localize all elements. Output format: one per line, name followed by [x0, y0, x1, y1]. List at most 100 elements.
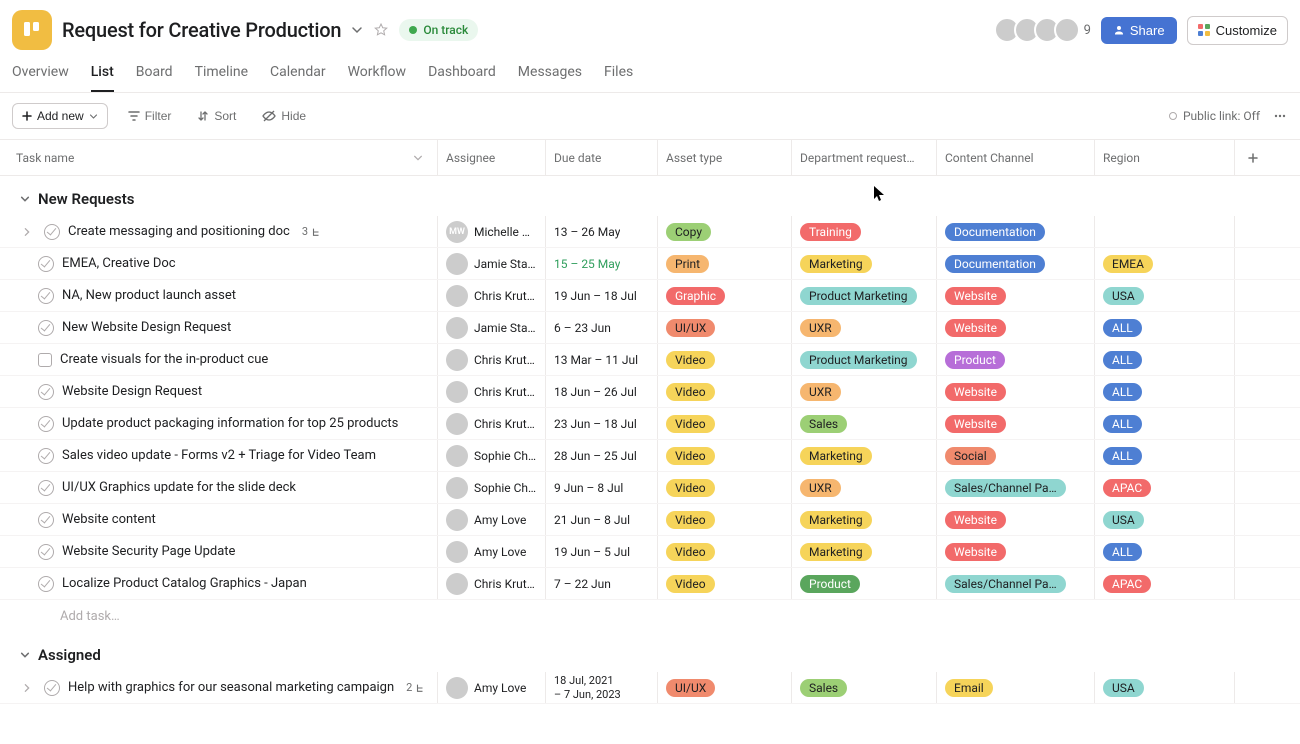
due-date: 18 Jul, 2021– 7 Jun, 2023	[554, 674, 621, 700]
task-row[interactable]: NA, New product launch assetChris Krutz……	[0, 280, 1300, 312]
dept-tag: Training	[800, 223, 861, 241]
task-row[interactable]: Sales video update - Forms v2 + Triage f…	[0, 440, 1300, 472]
add-task-row[interactable]: Add task…	[0, 600, 1300, 632]
task-row[interactable]: Localize Product Catalog Graphics - Japa…	[0, 568, 1300, 600]
region-tag: EMEA	[1103, 255, 1153, 273]
assignee-avatar	[446, 477, 468, 499]
tab-messages[interactable]: Messages	[518, 60, 582, 92]
complete-checkbox[interactable]	[38, 384, 54, 400]
customize-button[interactable]: Customize	[1187, 16, 1288, 45]
task-row[interactable]: Create visuals for the in-product cueChr…	[0, 344, 1300, 376]
complete-checkbox[interactable]	[38, 416, 54, 432]
dots-icon	[1273, 109, 1287, 123]
complete-checkbox[interactable]	[38, 320, 54, 336]
expand-caret[interactable]	[22, 683, 36, 693]
assignee-name: Chris Krutz…	[474, 353, 537, 367]
dept-tag: UXR	[800, 383, 841, 401]
expand-caret[interactable]	[22, 227, 36, 237]
assignee-avatar	[446, 349, 468, 371]
region-tag: ALL	[1103, 447, 1142, 465]
tab-timeline[interactable]: Timeline	[195, 60, 248, 92]
task-row[interactable]: Update product packaging information for…	[0, 408, 1300, 440]
column-header-dept[interactable]: Department request…	[792, 140, 937, 175]
add-column-button[interactable]	[1235, 152, 1271, 164]
share-button[interactable]: Share	[1101, 17, 1177, 44]
due-date: 23 Jun – 18 Jul	[554, 417, 637, 431]
dept-tag: Product	[800, 575, 860, 593]
project-title[interactable]: Request for Creative Production	[62, 18, 341, 42]
region-tag: APAC	[1103, 575, 1151, 593]
hide-button[interactable]: Hide	[256, 105, 312, 127]
tab-list[interactable]: List	[91, 60, 114, 92]
chan-tag: Product	[945, 351, 1005, 369]
chan-tag: Website	[945, 383, 1006, 401]
complete-checkbox[interactable]	[38, 288, 54, 304]
asset-tag: Video	[666, 383, 715, 401]
column-header-task[interactable]: Task name	[0, 140, 438, 175]
add-new-button[interactable]: Add new	[12, 103, 108, 129]
column-header-channel[interactable]: Content Channel	[937, 140, 1095, 175]
public-link-toggle[interactable]: Public link: Off	[1169, 109, 1260, 123]
filter-button[interactable]: Filter	[122, 105, 178, 127]
sort-button[interactable]: Sort	[191, 105, 242, 127]
chan-tag: Email	[945, 679, 993, 697]
complete-checkbox[interactable]	[38, 448, 54, 464]
task-row[interactable]: Website contentAmy Love21 Jun – 8 JulVid…	[0, 504, 1300, 536]
project-icon[interactable]	[12, 10, 52, 50]
task-row[interactable]: New Website Design RequestJamie Staples6…	[0, 312, 1300, 344]
chan-tag: Website	[945, 415, 1006, 433]
task-name: UI/UX Graphics update for the slide deck	[62, 480, 296, 495]
complete-checkbox[interactable]	[38, 480, 54, 496]
task-row[interactable]: Website Security Page UpdateAmy Love19 J…	[0, 536, 1300, 568]
tab-board[interactable]: Board	[136, 60, 173, 92]
due-date: 18 Jun – 26 Jul	[554, 385, 637, 399]
filter-icon	[128, 110, 140, 122]
hide-label: Hide	[281, 109, 306, 123]
task-row[interactable]: UI/UX Graphics update for the slide deck…	[0, 472, 1300, 504]
asset-tag: UI/UX	[666, 679, 715, 697]
column-header-assignee[interactable]: Assignee	[438, 140, 546, 175]
asset-tag: Copy	[666, 223, 711, 241]
status-pill[interactable]: On track	[399, 19, 478, 41]
assignee-avatar	[446, 445, 468, 467]
tab-calendar[interactable]: Calendar	[270, 60, 326, 92]
more-actions-button[interactable]	[1272, 108, 1288, 124]
star-button[interactable]	[373, 22, 389, 38]
task-list-scroll[interactable]: New RequestsCreate messaging and positio…	[0, 176, 1300, 744]
assignee-avatar	[446, 253, 468, 275]
member-avatar-stack[interactable]: 9	[1000, 17, 1091, 43]
asset-tag: Video	[666, 543, 715, 561]
section-header[interactable]: Assigned	[0, 632, 1300, 672]
tab-workflow[interactable]: Workflow	[348, 60, 407, 92]
complete-checkbox[interactable]	[44, 224, 60, 240]
complete-checkbox[interactable]	[44, 680, 60, 696]
task-row[interactable]: Create messaging and positioning doc3 MW…	[0, 216, 1300, 248]
column-header-due[interactable]: Due date	[546, 140, 658, 175]
task-name: Website Design Request	[62, 384, 202, 399]
chevron-down-icon	[351, 24, 363, 36]
task-row[interactable]: EMEA, Creative DocJamie Staples15 – 25 M…	[0, 248, 1300, 280]
task-row[interactable]: Help with graphics for our seasonal mark…	[0, 672, 1300, 704]
project-menu-caret[interactable]	[351, 24, 363, 36]
column-header-region[interactable]: Region	[1095, 140, 1235, 175]
board-icon	[22, 20, 42, 40]
complete-checkbox[interactable]	[38, 256, 54, 272]
column-header-asset[interactable]: Asset type	[658, 140, 792, 175]
tab-overview[interactable]: Overview	[12, 60, 69, 92]
chan-tag: Documentation	[945, 223, 1045, 241]
task-row[interactable]: Website Design RequestChris Krutz…18 Jun…	[0, 376, 1300, 408]
complete-checkbox[interactable]	[38, 576, 54, 592]
asset-tag: Video	[666, 479, 715, 497]
section-header[interactable]: New Requests	[0, 176, 1300, 216]
project-tabs: Overview List Board Timeline Calendar Workflo…	[0, 50, 1300, 92]
complete-checkbox[interactable]	[38, 512, 54, 528]
tab-files[interactable]: Files	[604, 60, 633, 92]
due-date: 9 Jun – 8 Jul	[554, 481, 623, 495]
task-name: Update product packaging information for…	[62, 416, 398, 431]
status-label: On track	[423, 23, 468, 37]
complete-checkbox[interactable]	[38, 544, 54, 560]
tab-dashboard[interactable]: Dashboard	[428, 60, 496, 92]
chan-tag: Website	[945, 319, 1006, 337]
chan-tag: Documentation	[945, 255, 1045, 273]
avatar	[1054, 17, 1080, 43]
